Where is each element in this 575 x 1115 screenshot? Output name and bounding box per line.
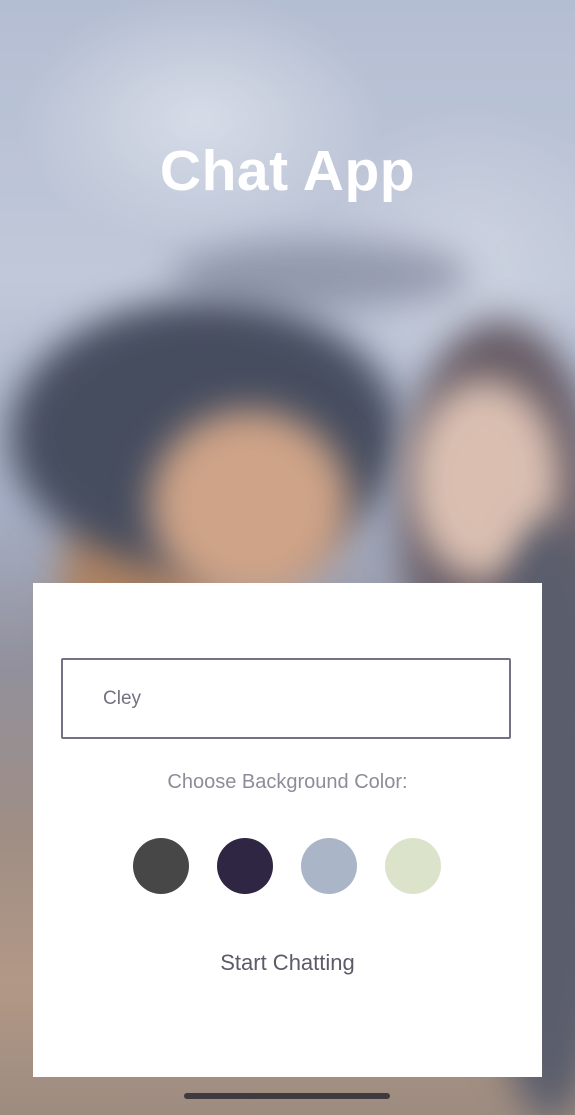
home-indicator [184,1093,390,1099]
color-option-dark-purple[interactable] [217,838,273,894]
name-input[interactable] [61,658,511,739]
app-title: Chat App [159,139,416,203]
choose-color-label: Choose Background Color: [167,771,408,793]
color-option-charcoal[interactable] [133,838,189,894]
color-option-light-green[interactable] [385,838,441,894]
color-option-grey-blue[interactable] [301,838,357,894]
start-chatting-button[interactable]: Start Chatting [188,945,388,981]
start-card: Choose Background Color: Start Chatting [33,583,542,1077]
color-options [133,838,441,894]
